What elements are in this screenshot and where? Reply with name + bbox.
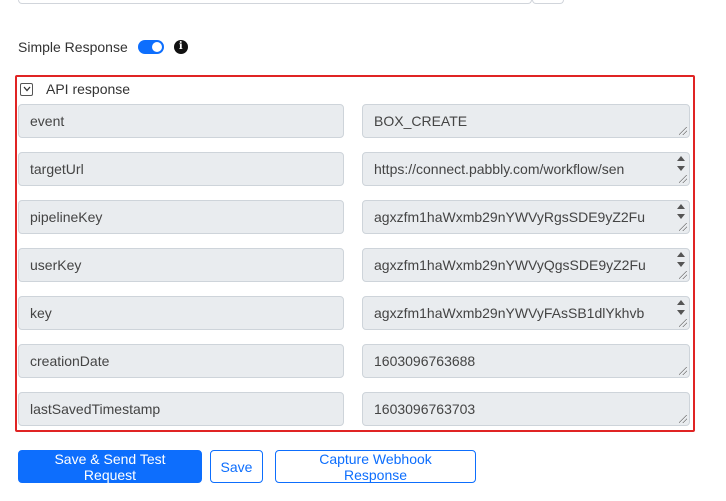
value-overflow-line: ··· ··· ·· ·· · [374,175,446,185]
key-field[interactable]: userKey [18,248,344,282]
save-button[interactable]: Save [210,450,263,483]
key-field[interactable]: lastSavedTimestamp [18,392,344,426]
scroll-up-icon[interactable] [677,156,685,161]
toggle-knob [151,42,162,52]
field-row-pipelinekey: pipelineKey agxzfm1haWxmb29nYWVyRgsSDE9y… [18,200,690,234]
resize-grip-icon[interactable] [679,271,687,279]
resize-grip-icon[interactable] [679,127,687,135]
field-row-creationdate: creationDate 1603096763688 [18,344,690,378]
previous-input-field[interactable] [18,0,532,4]
simple-response-row: Simple Response i [18,36,188,58]
value-field[interactable]: https://connect.pabbly.com/workflow/sen … [362,152,690,186]
simple-response-label: Simple Response [18,39,128,55]
value-field[interactable]: agxzfm1haWxmb29nYWVyQgsSDE9yZ2Fu ··· ·· … [362,248,690,282]
api-response-panel: API response event BOX_CREATE targetUrl … [15,75,695,432]
key-field[interactable]: creationDate [18,344,344,378]
field-row-key: key agxzfm1haWxmb29nYWVyFAsSB1dlYkhvb ··… [18,296,690,330]
scroll-up-icon[interactable] [677,300,685,305]
previous-input-addon-button[interactable] [532,0,564,4]
action-buttons: Save & Send Test Request Save Capture We… [18,450,484,483]
field-row-lastsavedtimestamp: lastSavedTimestamp 1603096763703 [18,392,690,426]
resize-grip-icon[interactable] [679,367,687,375]
scroll-down-icon[interactable] [677,310,685,315]
scroll-up-icon[interactable] [677,204,685,209]
key-field[interactable]: event [18,104,344,138]
value-overflow-line: ··· ·· ·· · ·· · ··· ·· ·· · [374,223,508,233]
simple-response-toggle[interactable] [137,40,164,54]
resize-grip-icon[interactable] [679,175,687,183]
field-row-targeturl: targetUrl https://connect.pabbly.com/wor… [18,152,690,186]
api-response-header[interactable]: API response [20,81,130,97]
value-text: 1603096763703 [374,401,476,417]
key-field[interactable]: pipelineKey [18,200,344,234]
value-field[interactable]: 1603096763688 [362,344,690,378]
field-row-event: event BOX_CREATE [18,104,690,138]
save-and-send-test-request-button[interactable]: Save & Send Test Request [18,450,202,483]
key-field[interactable]: targetUrl [18,152,344,186]
chevron-down-icon[interactable] [20,82,33,96]
value-overflow-line: ··· ·· ·· · ·· · ··· ·· ·· · [374,271,508,281]
resize-grip-icon[interactable] [679,415,687,423]
value-field[interactable]: agxzfm1haWxmb29nYWVyRgsSDE9yZ2Fu ··· ·· … [362,200,690,234]
capture-webhook-response-button[interactable]: Capture Webhook Response [275,450,476,483]
resize-grip-icon[interactable] [679,319,687,327]
value-field[interactable]: agxzfm1haWxmb29nYWVyFAsSB1dlYkhvb ··· ··… [362,296,690,330]
field-row-userkey: userKey agxzfm1haWxmb29nYWVyQgsSDE9yZ2Fu… [18,248,690,282]
value-overflow-line: ··· ·· ·· · ·· · [374,319,451,329]
value-field[interactable]: 1603096763703 [362,392,690,426]
scroll-down-icon[interactable] [677,262,685,267]
resize-grip-icon[interactable] [679,223,687,231]
api-response-title: API response [46,81,131,97]
key-field[interactable]: key [18,296,344,330]
value-field[interactable]: BOX_CREATE [362,104,690,138]
scroll-up-icon[interactable] [677,252,685,257]
scroll-down-icon[interactable] [677,166,685,171]
scroll-down-icon[interactable] [677,214,685,219]
info-icon[interactable]: i [173,40,188,54]
value-text: BOX_CREATE [374,113,468,129]
value-text: 1603096763688 [374,353,476,369]
